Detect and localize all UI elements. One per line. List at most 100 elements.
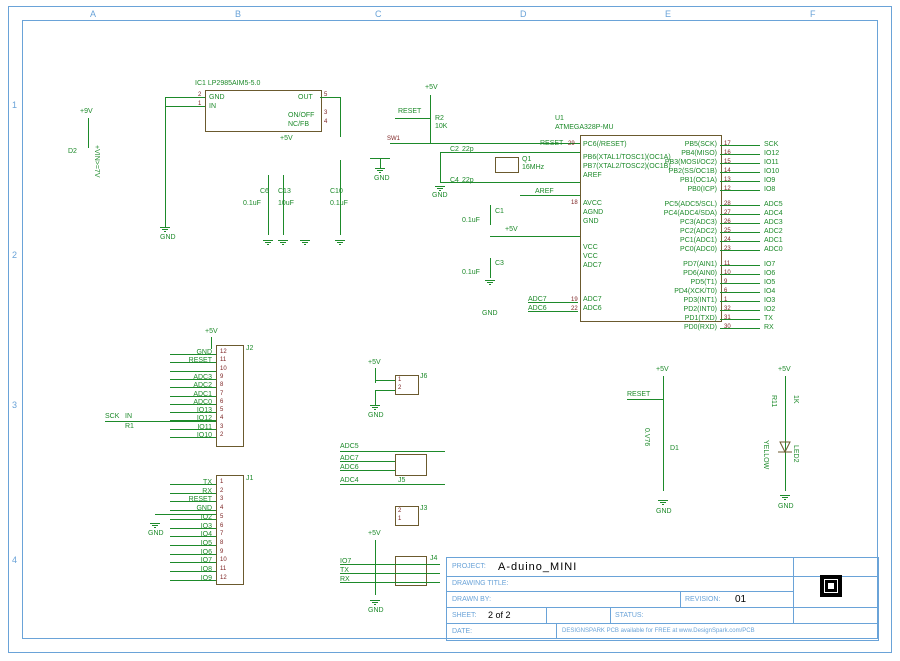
u1-net: IO3 [764, 297, 775, 304]
wire [340, 470, 395, 471]
wire [170, 554, 216, 555]
gnd-label: GND [778, 503, 794, 510]
tb-line [556, 623, 557, 639]
pin-num: 1 [398, 377, 401, 383]
pin-num: 22 [571, 306, 578, 312]
j5-body [395, 454, 427, 476]
pin-num: 3 [220, 496, 223, 502]
regulator-title: IC1 LP2985AIM5-5.0 [195, 80, 260, 87]
wire [490, 258, 491, 278]
wire [211, 337, 212, 349]
wire [627, 399, 663, 400]
row-label: 4 [12, 555, 17, 565]
wire [165, 97, 166, 227]
wire [720, 205, 760, 206]
pin-num: 4 [220, 505, 223, 511]
wire [170, 379, 216, 380]
wire [785, 376, 786, 491]
wire [490, 205, 491, 225]
wire [340, 160, 341, 235]
pin-num: 9 [724, 279, 727, 285]
reg-pin: GND [209, 94, 225, 101]
pin-num: 12 [220, 349, 227, 355]
pin-num: 7 [220, 531, 223, 537]
pin-num: 32 [724, 306, 731, 312]
u1-pin: PD0(RXD) [684, 324, 717, 331]
pin-num: 3 [324, 110, 327, 116]
pin-num: 13 [724, 177, 731, 183]
pin-num: 9 [220, 374, 223, 380]
pin-num: 12 [724, 186, 731, 192]
u1-pin: PC6(/RESET) [583, 141, 627, 148]
gnd-symbol [160, 227, 170, 228]
pin-num: 23 [724, 246, 731, 252]
aref-label: AREF [535, 188, 554, 195]
wire [720, 232, 760, 233]
wire [170, 429, 216, 430]
u1-pin: PC2(ADC2) [680, 228, 717, 235]
wire [375, 540, 376, 595]
u1-pin: ADC7 [583, 296, 602, 303]
gnd-label: GND [148, 530, 164, 537]
wire [440, 182, 580, 183]
pin-num: 11 [724, 261, 730, 267]
d1-val: 0.V76 [643, 428, 650, 446]
pin-num: 17 [724, 141, 731, 147]
gnd-label: GND [368, 412, 384, 419]
gnd-label: GND [160, 234, 176, 241]
u1-net: IO12 [764, 150, 779, 157]
pin-num: 30 [724, 324, 731, 330]
j2-ref: J2 [246, 345, 253, 352]
j5-ref: J5 [398, 477, 405, 484]
r1-ref: R1 [125, 423, 134, 430]
u1-net: IO4 [764, 288, 775, 295]
wire [720, 163, 760, 164]
u1-net: ADC0 [764, 246, 783, 253]
wire [170, 528, 216, 529]
c6-val: 0.1uF [243, 200, 261, 207]
gnd-label: GND [432, 192, 448, 199]
j6-ref: J6 [420, 373, 427, 380]
u1-net: IO5 [764, 279, 775, 286]
gnd-symbol [780, 495, 790, 496]
q1-val: 16MHz [522, 164, 544, 171]
u1-pin: PB5(SCK) [685, 141, 717, 148]
pin-num: 24 [724, 237, 731, 243]
wire [170, 501, 216, 502]
wire [720, 328, 760, 329]
pin-num: 25 [724, 228, 731, 234]
c6-ref: C6 [260, 188, 269, 195]
tb-line [446, 623, 877, 624]
pin-num: 10 [724, 270, 731, 276]
gnd-label: GND [374, 175, 390, 182]
pin-num: 19 [571, 297, 578, 303]
c3-val: 0.1uF [462, 269, 480, 276]
u1-net: RX [764, 324, 774, 331]
u1-pin: PB0(ICP) [687, 186, 717, 193]
u1-pin: AREF [583, 172, 602, 179]
reg-pin: ON/OFF [288, 112, 314, 119]
tb-line [680, 591, 681, 607]
col-label: A [90, 9, 96, 19]
led-icon [776, 440, 794, 458]
u1-pin: PB7(XTAL2/TOSC2)(OC1B) [583, 163, 671, 170]
tb-line [446, 591, 793, 592]
gnd-symbol [435, 186, 445, 187]
c1-ref: C1 [495, 208, 504, 215]
j1-ref: J1 [246, 475, 253, 482]
u1-pin: PC0(ADC0) [680, 246, 717, 253]
rail-5v: +5V [368, 530, 381, 537]
wire [340, 484, 445, 485]
wire [170, 493, 216, 494]
wire [720, 172, 760, 173]
wire [720, 250, 760, 251]
wire [170, 545, 216, 546]
rail-5v: +5V [368, 359, 381, 366]
pin-num: 7 [220, 391, 223, 397]
wire [720, 319, 760, 320]
reg-pin: IN [209, 103, 216, 110]
net-sck: SCK [105, 413, 119, 420]
wire [490, 236, 580, 237]
wire [720, 274, 760, 275]
pin-num: 2 [398, 385, 401, 391]
